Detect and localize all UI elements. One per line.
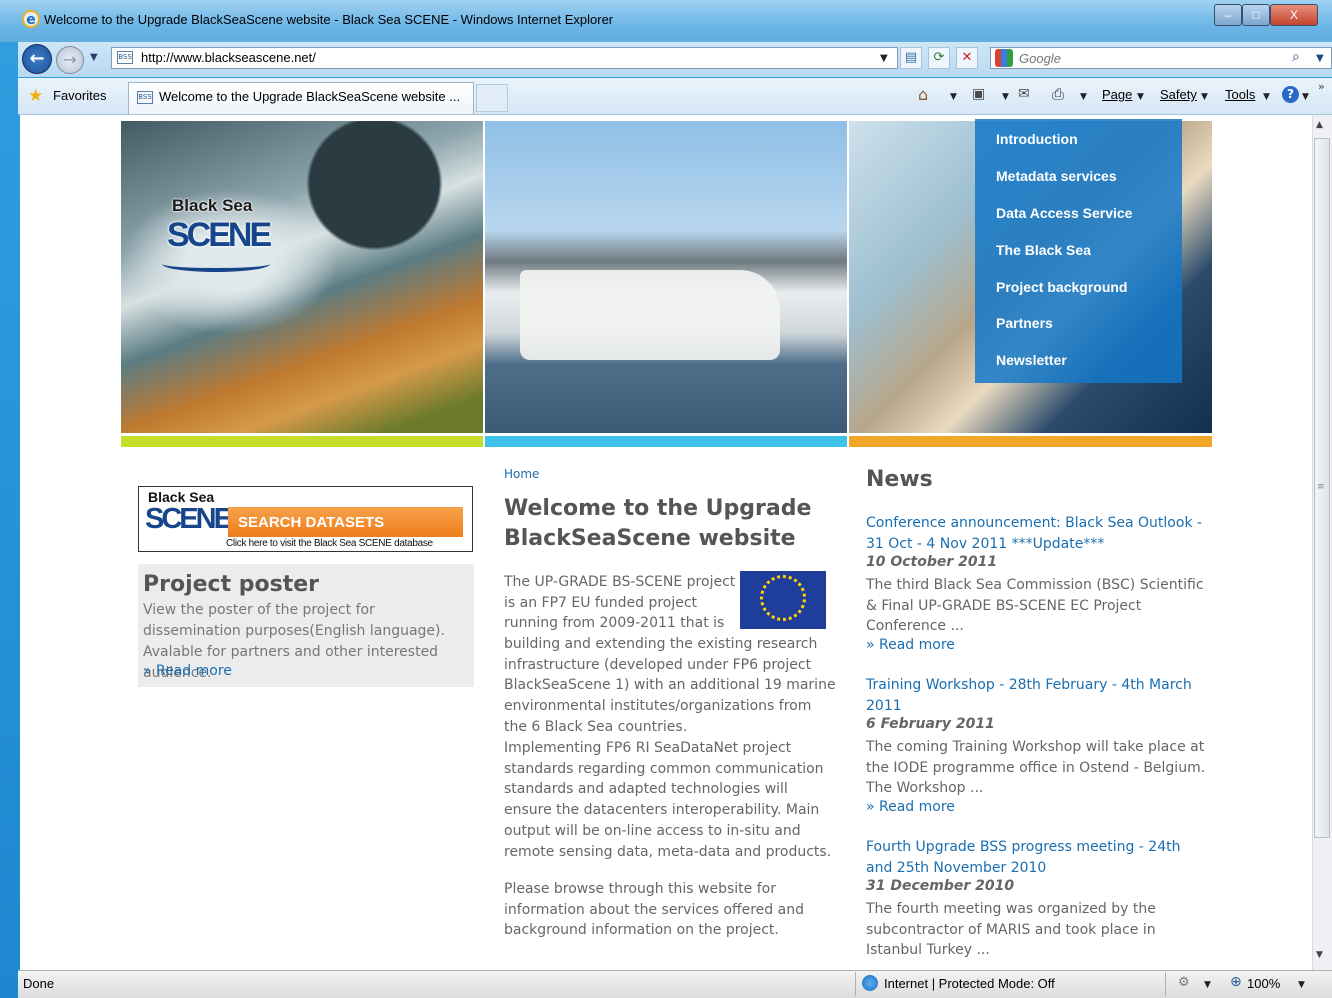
- site-logo-bottom[interactable]: SCENE: [167, 216, 272, 255]
- safety-dropdown-icon[interactable]: ▼: [1201, 92, 1208, 102]
- intro-line-2: is an FP7 EU funded project: [504, 595, 698, 611]
- menu-item-partners[interactable]: Partners: [996, 315, 1053, 331]
- safety-menu[interactable]: Safety: [1160, 87, 1197, 102]
- stop-icon[interactable]: ✕: [956, 47, 978, 69]
- zoom-magnifier-icon[interactable]: ⊕: [1230, 974, 1242, 990]
- accent-bar-green: [121, 436, 483, 447]
- close-button[interactable]: X: [1270, 4, 1318, 26]
- favorites-star-icon[interactable]: ★: [28, 86, 43, 106]
- search-options-dropdown-icon[interactable]: ▼: [1316, 53, 1324, 64]
- new-tab-button[interactable]: [476, 84, 508, 112]
- status-separator: [1165, 972, 1166, 996]
- status-separator: [855, 972, 856, 996]
- ie-logo-icon: e: [22, 10, 40, 28]
- more-commands-chevron-icon[interactable]: »: [1318, 80, 1325, 93]
- menu-item-project-background[interactable]: Project background: [996, 279, 1127, 295]
- scroll-down-arrow-icon[interactable]: ▼: [1316, 950, 1323, 960]
- poster-title: Project poster: [143, 572, 320, 597]
- news-item-3-date: 31 December 2010: [866, 878, 1015, 894]
- minimize-button[interactable]: –: [1214, 4, 1242, 26]
- accent-bar-orange: [849, 436, 1212, 447]
- feeds-dropdown-icon[interactable]: ▼: [1002, 92, 1009, 102]
- favorites-button[interactable]: Favorites: [53, 88, 106, 103]
- address-text[interactable]: http://www.blackseascene.net/: [141, 50, 316, 65]
- menu-item-the-black-sea[interactable]: The Black Sea: [996, 242, 1091, 258]
- browse-paragraph: Please browse through this website for i…: [504, 881, 804, 939]
- maximize-button[interactable]: □: [1242, 4, 1270, 26]
- page-dropdown-icon[interactable]: ▼: [1137, 92, 1144, 102]
- news-item-3-body: The fourth meeting was organized by the …: [866, 901, 1156, 959]
- news-item-2-read-more[interactable]: » Read more: [866, 799, 955, 815]
- print-icon[interactable]: ⎙: [1052, 85, 1064, 103]
- scrollbar-grip-icon: ≡: [1317, 482, 1325, 492]
- banner-search-label[interactable]: SEARCH DATASETS: [238, 514, 384, 531]
- zoom-dropdown-icon[interactable]: ▼: [1298, 980, 1305, 990]
- menu-item-newsletter[interactable]: Newsletter: [996, 352, 1067, 368]
- news-item-1-date: 10 October 2011: [866, 554, 998, 570]
- search-placeholder[interactable]: Google: [1019, 51, 1061, 66]
- print-dropdown-icon[interactable]: ▼: [1080, 92, 1087, 102]
- ship-shape: [520, 270, 780, 360]
- tools-menu[interactable]: Tools: [1225, 87, 1255, 102]
- menu-item-data-access-service[interactable]: Data Access Service: [996, 205, 1132, 221]
- menu-item-introduction[interactable]: Introduction: [996, 131, 1078, 147]
- home-dropdown-icon[interactable]: ▼: [950, 92, 957, 102]
- news-item-1-body: The third Black Sea Commission (BSC) Sci…: [866, 577, 1204, 635]
- addons-icon[interactable]: ⚙: [1178, 975, 1190, 990]
- feeds-icon[interactable]: ▣: [972, 86, 985, 102]
- zoom-level[interactable]: 100%: [1247, 976, 1280, 991]
- intro-line-3: running from 2009-2011 that is: [504, 615, 725, 631]
- search-icon[interactable]: ⌕: [1292, 49, 1300, 65]
- refresh-icon[interactable]: ⟳: [928, 47, 950, 69]
- status-bar: [18, 970, 1332, 998]
- forward-button[interactable]: →: [56, 46, 84, 74]
- address-dropdown-icon[interactable]: ▼: [880, 53, 888, 64]
- addons-dropdown-icon[interactable]: ▼: [1204, 980, 1211, 990]
- logo-wave-icon: [162, 256, 270, 272]
- help-icon[interactable]: ?: [1282, 86, 1299, 103]
- news-title: News: [866, 467, 933, 492]
- news-item-1-read-more[interactable]: » Read more: [866, 637, 955, 653]
- compatibility-view-icon[interactable]: ▤: [900, 47, 922, 69]
- tab-favicon-icon: BSS: [137, 91, 153, 104]
- news-item-1-title[interactable]: Conference announcement: Black Sea Outlo…: [866, 513, 1206, 554]
- news-item-2-date: 6 February 2011: [866, 716, 995, 732]
- status-text: Done: [23, 976, 55, 991]
- banner-logo-bottom: SCENE: [145, 503, 233, 535]
- back-button[interactable]: ←: [22, 44, 52, 74]
- page-menu[interactable]: Page: [1102, 87, 1132, 102]
- news-item-2-body: The coming Training Workshop will take p…: [866, 739, 1206, 797]
- google-icon: [995, 49, 1013, 67]
- intro-paragraph: building and extending the existing rese…: [504, 636, 836, 735]
- menu-item-metadata-services[interactable]: Metadata services: [996, 168, 1117, 184]
- window-title: Welcome to the Upgrade BlackSeaScene web…: [44, 12, 614, 27]
- security-zone-text[interactable]: Internet | Protected Mode: Off: [884, 976, 1055, 991]
- scroll-up-arrow-icon[interactable]: ▲: [1316, 120, 1323, 130]
- standards-paragraph: Implementing FP6 RI SeaDataNet project s…: [504, 740, 832, 860]
- poster-read-more-link[interactable]: » Read more: [143, 663, 232, 679]
- banner-subtext[interactable]: Click here to visit the Black Sea SCENE …: [226, 538, 433, 549]
- news-item-3-title[interactable]: Fourth Upgrade BSS progress meeting - 24…: [866, 837, 1206, 878]
- accent-bar-blue: [485, 436, 847, 447]
- breadcrumb[interactable]: Home: [504, 467, 539, 481]
- page-title: Welcome to the Upgrade BlackSeaScene web…: [504, 496, 812, 551]
- site-logo-top[interactable]: Black Sea: [172, 196, 252, 216]
- home-icon[interactable]: ⌂: [918, 85, 928, 104]
- read-mail-icon[interactable]: ✉: [1018, 86, 1030, 102]
- tab-label[interactable]: Welcome to the Upgrade BlackSeaScene web…: [159, 89, 460, 104]
- recent-pages-dropdown-icon[interactable]: ▼: [90, 52, 98, 63]
- internet-zone-globe-icon: [862, 975, 878, 991]
- help-dropdown-icon[interactable]: ▼: [1302, 92, 1309, 102]
- news-item-2-title[interactable]: Training Workshop - 28th February - 4th …: [866, 675, 1206, 716]
- tools-dropdown-icon[interactable]: ▼: [1263, 92, 1270, 102]
- intro-line-1: The UP-GRADE BS-SCENE project: [504, 574, 736, 590]
- hero-image-coast: [121, 121, 483, 433]
- site-favicon-icon: BSS: [117, 51, 133, 64]
